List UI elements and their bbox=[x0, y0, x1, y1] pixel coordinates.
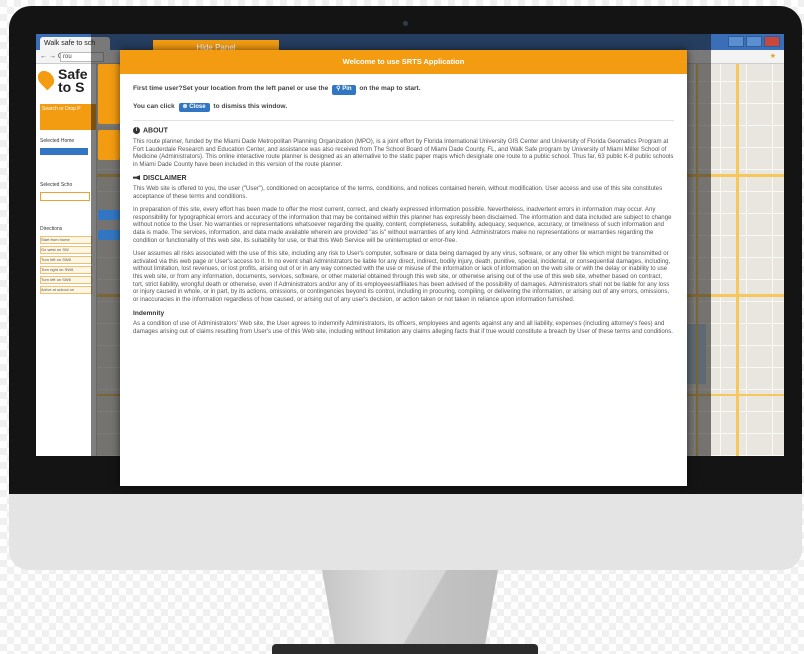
camera-icon bbox=[403, 21, 408, 26]
background-button bbox=[98, 230, 120, 240]
info-icon: i bbox=[133, 127, 140, 135]
about-heading: i ABOUT bbox=[133, 127, 674, 135]
maximize-icon[interactable] bbox=[746, 36, 762, 47]
divider bbox=[133, 120, 674, 122]
left-panel: Safe to S Search or Drop P Selected Home… bbox=[36, 64, 97, 456]
window-controls bbox=[728, 36, 780, 47]
close-window-icon[interactable] bbox=[764, 36, 780, 47]
background-button bbox=[98, 210, 120, 220]
home-address-button[interactable] bbox=[40, 148, 88, 155]
minimize-icon[interactable] bbox=[728, 36, 744, 47]
disclaimer-heading-text: DISCLAIMER bbox=[143, 174, 187, 182]
intro-text: on the map to start. bbox=[359, 85, 421, 92]
indemnity-heading: Indemnity bbox=[133, 310, 165, 318]
modal-body: First time user?Set your location from t… bbox=[120, 74, 687, 352]
pin-button-label: Pin bbox=[342, 86, 352, 92]
bookmark-star-icon[interactable]: ★ bbox=[770, 50, 776, 63]
direction-row: Arrive at school on bbox=[40, 286, 92, 294]
intro-text: First time user?Set your location from t… bbox=[133, 85, 329, 92]
direction-row: Turn right on SW6 bbox=[40, 266, 92, 274]
directions-label: Directions bbox=[40, 226, 63, 232]
disclaimer-paragraph: In preparation of this site, every effor… bbox=[133, 206, 672, 244]
selected-home-label: Selected Home bbox=[40, 138, 75, 144]
intro-text: to dismiss this window. bbox=[213, 102, 288, 110]
modal-title: Welcome to use SRTS Application bbox=[120, 50, 687, 74]
intro-line-2: You can click ⊗ Close to dismiss this wi… bbox=[133, 102, 674, 113]
close-circle-icon: ⊗ bbox=[182, 103, 188, 110]
close-button[interactable]: ⊗ Close bbox=[178, 102, 210, 113]
monitor-base bbox=[272, 644, 538, 654]
direction-row: Turn left on SW6 bbox=[40, 276, 92, 284]
disclaimer-heading: DISCLAIMER bbox=[133, 175, 674, 183]
pin-button[interactable]: ⚲ Pin bbox=[332, 85, 356, 95]
school-select[interactable] bbox=[40, 192, 90, 201]
selected-school-label: Selected Scho bbox=[40, 182, 73, 188]
search-bar[interactable]: Search or Drop P bbox=[40, 104, 96, 130]
monitor-stand-shading bbox=[322, 570, 498, 646]
disclaimer-paragraph: This Web site is offered to you, the use… bbox=[133, 185, 663, 200]
monitor-chin bbox=[9, 494, 802, 570]
direction-row: Turn left on SW6 bbox=[40, 256, 92, 264]
location-pin-icon bbox=[36, 67, 58, 91]
map-marker-icon: ⚲ bbox=[336, 86, 341, 92]
welcome-modal: Welcome to use SRTS Application First ti… bbox=[120, 50, 687, 486]
background-logo-block bbox=[98, 64, 120, 124]
about-heading-text: ABOUT bbox=[143, 127, 168, 135]
close-button-label: Close bbox=[189, 103, 206, 110]
road bbox=[736, 64, 739, 456]
indemnity-text: As a condition of use of Administrators'… bbox=[133, 320, 673, 335]
background-search-block bbox=[98, 130, 120, 160]
intro-line-1: First time user?Set your location from t… bbox=[133, 85, 674, 95]
intro-text: You can click bbox=[133, 102, 175, 110]
about-text: This route planner, funded by the Miami … bbox=[133, 138, 674, 168]
direction-row: Go west on SW bbox=[40, 246, 92, 254]
disclaimer-paragraph: User assumes all risks associated with t… bbox=[133, 250, 671, 303]
direction-row: Start from home bbox=[40, 236, 92, 244]
bullhorn-icon bbox=[133, 175, 140, 181]
